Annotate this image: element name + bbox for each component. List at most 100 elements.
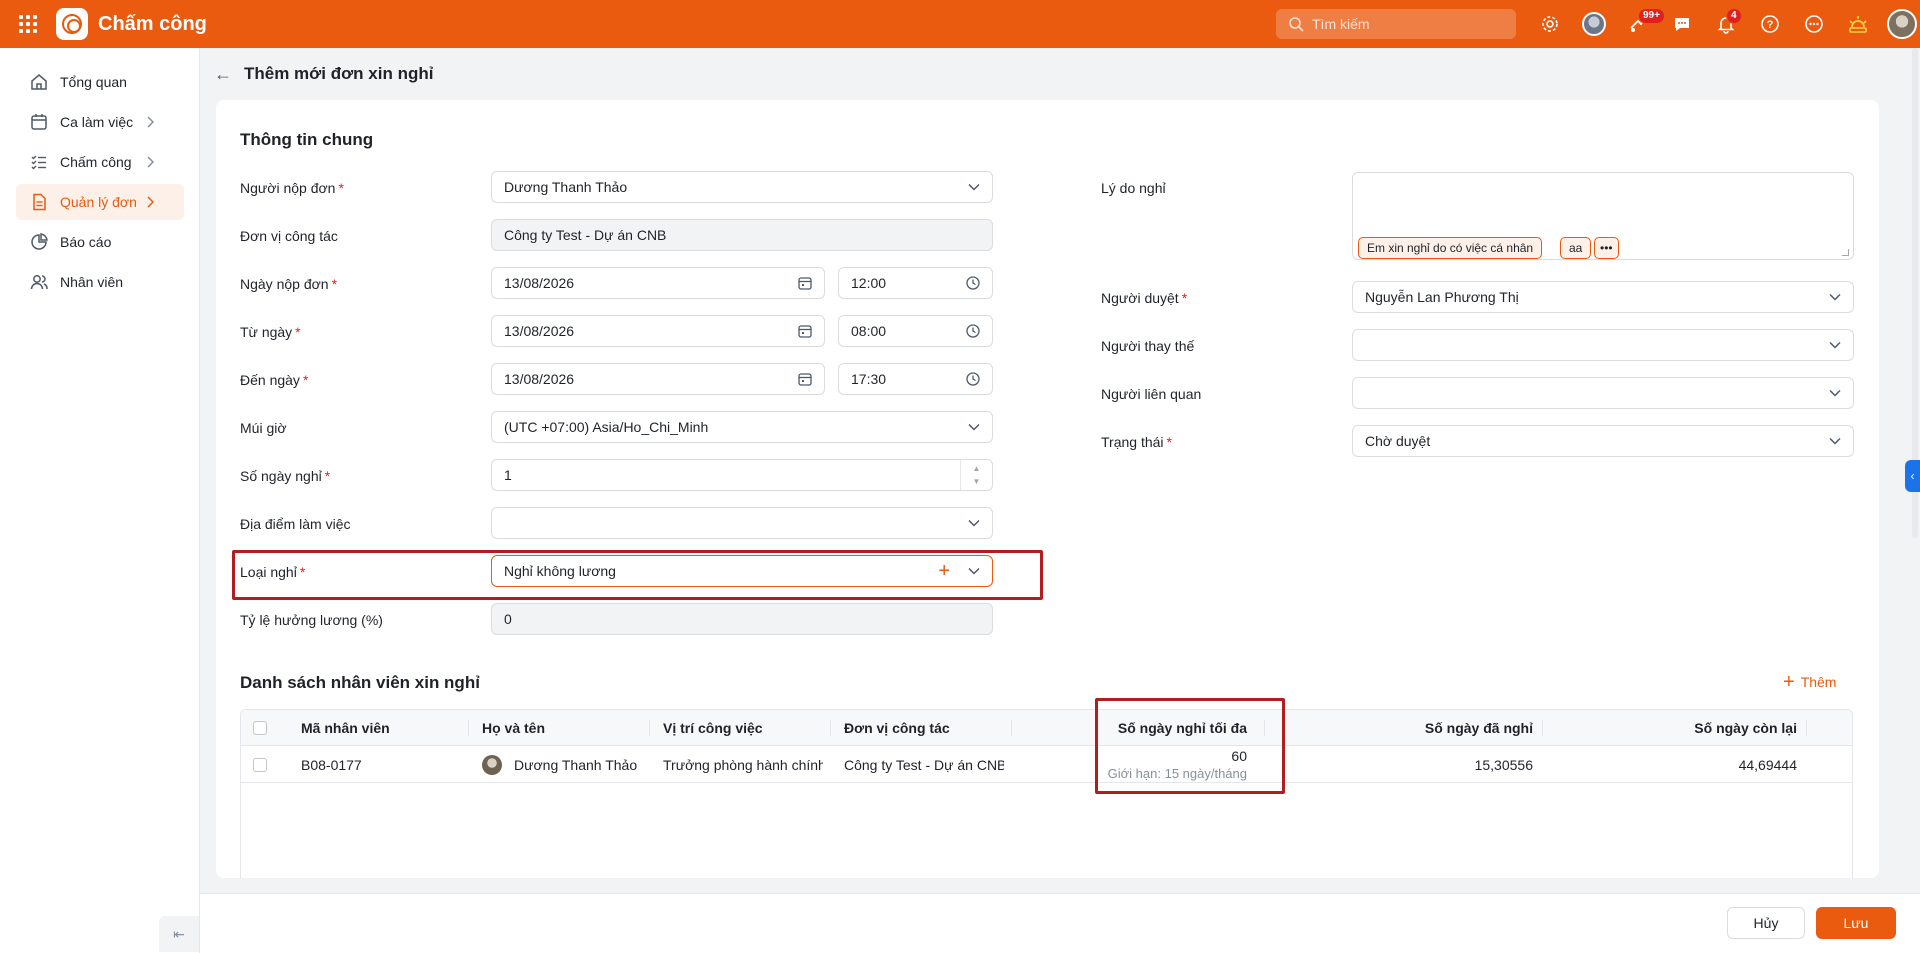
related-select[interactable] [1352,377,1854,409]
clock-icon [966,324,980,338]
sidebar-item-reports[interactable]: Báo cáo [16,224,184,260]
user-avatar[interactable] [1880,0,1920,48]
calendar-icon [798,325,812,338]
svg-text:?: ? [1767,19,1774,31]
sidebar-item-shifts[interactable]: Ca làm việc [16,104,184,140]
app-name: Chấm công [98,12,207,35]
label-days-off: Số ngày nghỉ * [240,468,331,484]
sidebar-item-employees[interactable]: Nhân viên [16,264,184,300]
document-icon [33,193,46,211]
apps-launch-icon[interactable]: 99+ [1616,0,1665,48]
section-title-general: Thông tin chung [240,130,374,149]
add-leave-type-icon[interactable]: + [938,561,950,581]
sidebar-collapse-icon[interactable]: ⇤ [159,916,199,952]
label-related: Người liên quan [1101,386,1202,402]
label-substitute: Người thay thế [1101,338,1195,354]
column-header[interactable]: Họ và tên [482,710,650,746]
cell-employee-code: B08-0177 [301,756,362,773]
column-header[interactable]: Số ngày nghỉ tối đa [1025,710,1265,746]
cell-remaining-days: 44,69444 [1738,756,1797,773]
sidebar-item-overview[interactable]: Tổng quan [16,64,184,100]
table-header: Mã nhân viên Họ và tên Vị trí công việc … [241,710,1852,746]
label-salary-rate: Tỷ lệ hưởng lương (%) [240,612,383,628]
cell-unit: Công ty Test - Dự án CNB [844,756,1004,773]
from-date-picker[interactable]: 13/08/2026 [491,315,825,347]
add-employee-button[interactable]: + Thêm [1783,672,1836,692]
chevron-down-icon [1829,341,1841,349]
leave-type-select[interactable]: Nghỉ không lương + [491,555,993,587]
label-approver: Người duyệt * [1101,290,1188,306]
help-icon[interactable]: ? [1748,0,1792,48]
timezone-select[interactable]: (UTC +07:00) Asia/Ho_Chi_Minh [491,411,993,443]
chevron-right-icon [147,196,154,208]
cell-employee-name: Dương Thanh Thảo [482,746,650,783]
clock-icon [966,276,980,290]
label-submitter: Người nộp đơn * [240,180,344,196]
sidebar-item-requests[interactable]: Quản lý đơn [16,184,184,220]
reason-suggestion-chip[interactable]: Em xin nghỉ do có việc cá nhân [1358,237,1543,259]
sidebar-item-label: Quản lý đơn [60,194,137,210]
to-date-picker[interactable]: 13/08/2026 [491,363,825,395]
sidebar-item-label: Báo cáo [60,234,112,250]
bell-icon[interactable]: 4 [1704,0,1748,48]
label-to-date: Đến ngày * [240,372,309,388]
resize-handle-icon[interactable] [1841,249,1850,256]
calendar-icon [31,114,47,130]
submit-date-picker[interactable]: 13/08/2026 [491,267,825,299]
more-suggestions-icon[interactable]: ••• [1594,237,1619,259]
chat-icon[interactable] [1660,0,1704,48]
apps-grid-icon[interactable] [0,0,56,48]
status-select[interactable]: Chờ duyệt [1352,425,1854,457]
employee-avatar [482,754,502,775]
chevron-right-icon [147,116,154,128]
plus-icon: + [1783,671,1795,693]
table-row[interactable]: B08-0177 Dương Thanh Thảo Trưởng phòng h… [241,746,1852,783]
row-checkbox[interactable] [253,746,281,783]
number-stepper[interactable]: ▲ ▼ [960,460,992,490]
column-header[interactable]: Mã nhân viên [301,710,469,746]
chevron-down-icon [1829,389,1841,397]
submitter-select[interactable]: Dương Thanh Thảo [491,171,993,203]
save-button[interactable]: Lưu [1816,907,1896,939]
back-arrow-icon[interactable]: ← [214,64,232,85]
sidebar-item-label: Chấm công [60,154,132,170]
select-all-checkbox[interactable] [253,710,281,746]
chevron-right-icon [147,156,154,168]
more-icon[interactable] [1792,0,1836,48]
to-time-picker[interactable]: 17:30 [838,363,993,395]
column-header[interactable]: Vị trí công việc [663,710,831,746]
sunrise-icon[interactable] [1836,0,1880,48]
sidebar-item-timekeeping[interactable]: Chấm công [16,144,184,180]
days-off-input[interactable]: 1 ▲ ▼ [491,459,993,491]
settings-gear-icon[interactable] [1528,0,1572,48]
label-reason: Lý do nghỉ [1101,180,1166,196]
reason-suggestion-chip[interactable]: aa [1560,237,1592,259]
user-avatar-small[interactable] [1572,0,1616,48]
leave-limit-note: Giới hạn: 15 ngày/tháng [1107,765,1247,781]
clock-icon [966,372,980,386]
work-location-select[interactable] [491,507,993,539]
chevron-down-icon [968,519,980,527]
reason-textarea[interactable]: Em xin nghỉ do có việc cá nhân aa ••• [1352,172,1854,260]
column-header[interactable]: Số ngày đã nghỉ [1265,710,1543,746]
submit-time-picker[interactable]: 12:00 [838,267,993,299]
home-icon [31,74,47,90]
calendar-icon [798,277,812,290]
calendar-icon [798,373,812,386]
users-icon [30,275,48,290]
column-header[interactable]: Số ngày còn lại [1543,710,1807,746]
chevron-down-icon [1829,293,1841,301]
approver-select[interactable]: Nguyễn Lan Phương Thị [1352,281,1854,313]
label-unit: Đơn vị công tác [240,228,338,244]
side-panel-toggle-icon[interactable]: ‹ [1905,460,1920,492]
search-input[interactable] [1312,16,1502,32]
label-work-location: Địa điểm làm việc [240,516,351,532]
cancel-button[interactable]: Hủy [1727,907,1805,939]
substitute-select[interactable] [1352,329,1854,361]
column-header[interactable]: Đơn vị công tác [844,710,1012,746]
fingerprint-logo-icon [56,8,88,40]
sidebar-item-label: Nhân viên [60,274,124,290]
form-footer: Hủy Lưu [200,893,1920,953]
search-box[interactable] [1276,9,1516,39]
from-time-picker[interactable]: 08:00 [838,315,993,347]
